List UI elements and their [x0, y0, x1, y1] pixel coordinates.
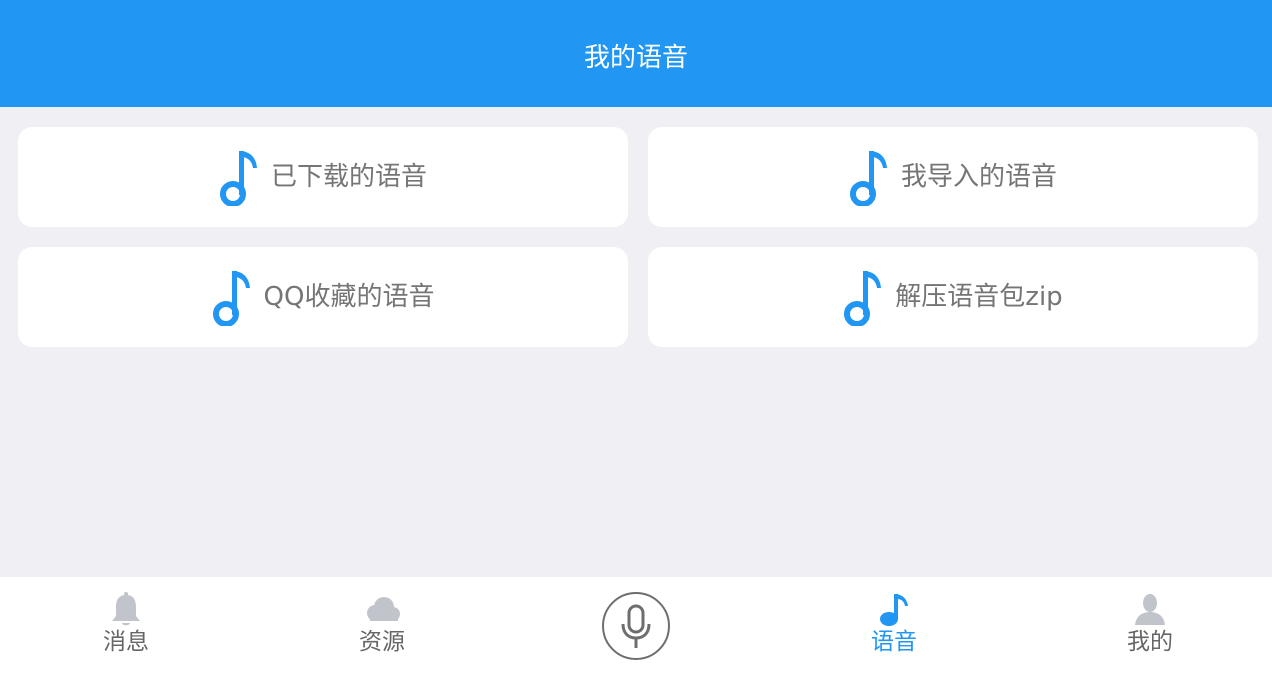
card-label: QQ收藏的语音	[263, 282, 435, 312]
card-label: 我导入的语音	[900, 162, 1057, 192]
microphone-icon	[621, 604, 651, 648]
app-header: 我的语音	[0, 0, 1272, 107]
tab-label: 语音	[871, 629, 917, 655]
cloud-icon	[367, 597, 400, 621]
card-label: 已下载的语音	[270, 162, 427, 192]
tab-label: 消息	[103, 629, 149, 655]
downloaded-voices-button[interactable]: 已下载的语音	[18, 127, 628, 227]
music-note-icon	[849, 151, 887, 206]
person-icon	[1135, 594, 1165, 625]
tab-resources[interactable]: 资源	[312, 577, 452, 674]
tab-mine[interactable]: 我的	[1080, 577, 1220, 674]
tab-messages[interactable]: 消息	[56, 577, 196, 674]
tab-voice[interactable]: 语音	[824, 577, 964, 674]
bell-icon	[112, 592, 140, 626]
tab-label: 我的	[1127, 629, 1173, 655]
music-note-icon	[844, 271, 882, 326]
page-title: 我的语音	[583, 42, 688, 73]
record-voice-button[interactable]	[602, 592, 670, 660]
music-note-icon	[212, 271, 250, 326]
qq-favorite-voices-button[interactable]: QQ收藏的语音	[18, 247, 628, 347]
music-note-icon	[219, 151, 257, 206]
card-label: 解压语音包zip	[895, 282, 1063, 312]
imported-voices-button[interactable]: 我导入的语音	[648, 127, 1258, 227]
unzip-voice-pack-button[interactable]: 解压语音包zip	[648, 247, 1258, 347]
tab-label: 资源	[359, 629, 405, 655]
music-note-icon	[880, 594, 908, 626]
